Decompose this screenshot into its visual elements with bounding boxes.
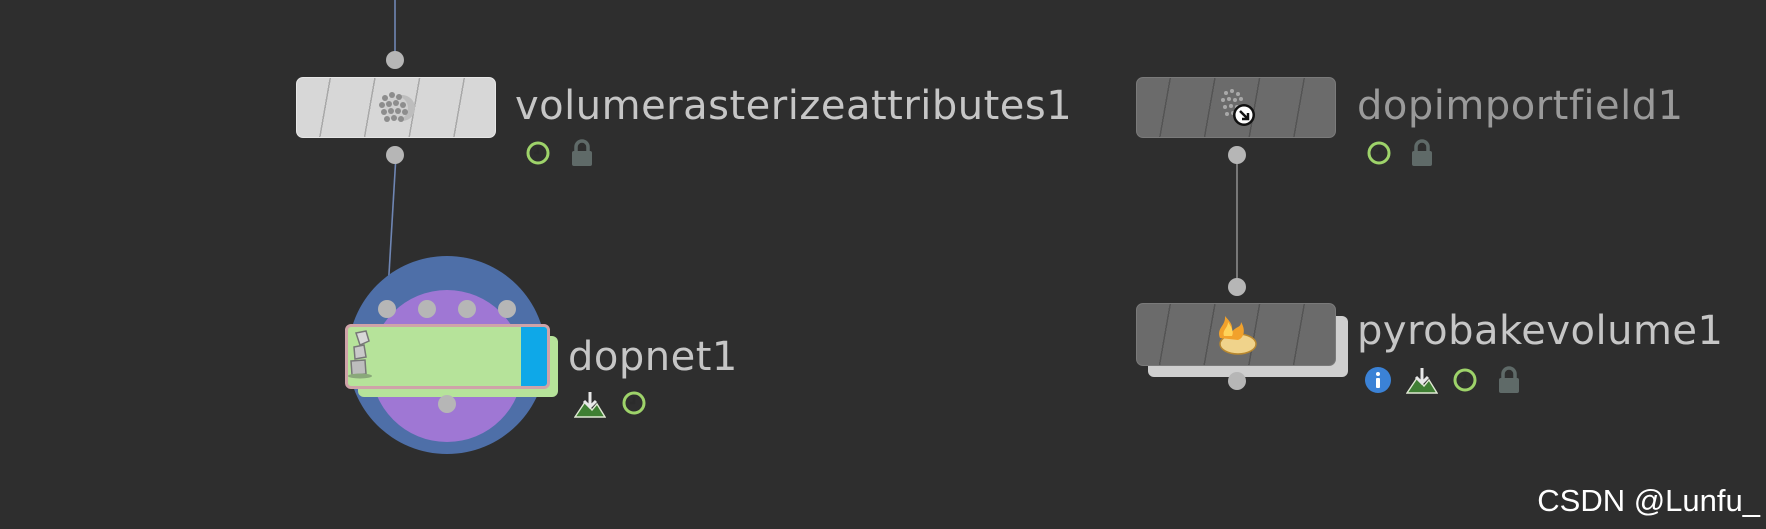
node-dopnet1[interactable]: [345, 324, 550, 389]
node-name-dopimportfield1: dopimportfield1: [1357, 83, 1684, 129]
input-connector-3[interactable]: [458, 300, 476, 318]
node-name-volumerasterizeattributes1: volumerasterizeattributes1: [515, 83, 1073, 129]
lock-icon[interactable]: [569, 138, 595, 168]
output-connector[interactable]: [386, 146, 404, 164]
time-dependent-clock-icon: [526, 141, 550, 165]
node-dopimportfield1[interactable]: [1136, 77, 1336, 138]
node-name-dopnet1: dopnet1: [568, 334, 738, 380]
dop-import-field-icon: [1221, 88, 1255, 126]
output-connector[interactable]: [1228, 146, 1246, 164]
watermark-text: CSDN @Lunfu_: [1537, 483, 1760, 518]
wires-layer: [386, 0, 1238, 309]
output-connector[interactable]: [438, 395, 456, 413]
network-editor-canvas[interactable]: volumerasterizeattributes1 dopimportfiel…: [0, 0, 1766, 529]
time-dependent-clock-icon: [1453, 368, 1477, 392]
dop-network-icon: [348, 330, 372, 379]
node-pyrobakevolume1[interactable]: [1136, 303, 1336, 366]
bypass-download-icon[interactable]: [574, 390, 606, 418]
node-name-pyrobakevolume1: pyrobakevolume1: [1357, 308, 1724, 354]
input-connector-1[interactable]: [378, 300, 396, 318]
dopnet-display-flag[interactable]: [521, 327, 547, 386]
output-connector[interactable]: [1228, 372, 1246, 390]
info-icon[interactable]: [1364, 366, 1392, 394]
input-connector[interactable]: [1228, 278, 1246, 296]
time-dependent-clock-icon: [1367, 141, 1391, 165]
input-connector[interactable]: [386, 51, 404, 69]
time-dependent-clock-icon: [622, 391, 646, 415]
lock-icon[interactable]: [1409, 138, 1435, 168]
lock-icon[interactable]: [1496, 365, 1522, 395]
bypass-download-icon[interactable]: [1406, 366, 1438, 394]
input-connector-2[interactable]: [418, 300, 436, 318]
input-connector-4[interactable]: [498, 300, 516, 318]
volume-rasterize-icon: [379, 91, 415, 122]
node-volumerasterizeattributes1[interactable]: [296, 77, 496, 138]
pyro-bake-icon: [1219, 315, 1257, 355]
